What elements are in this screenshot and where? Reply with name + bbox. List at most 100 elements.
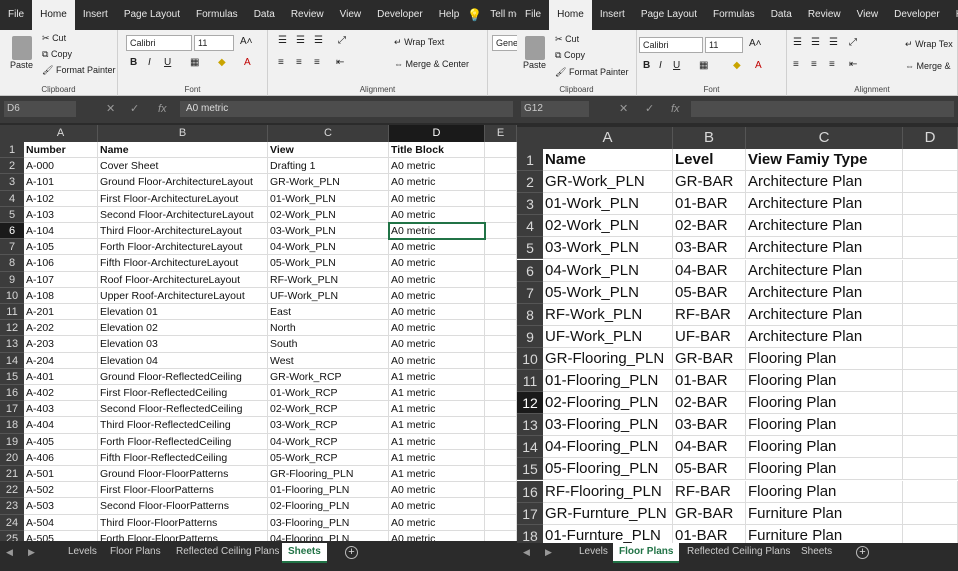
column-header-a[interactable]: A bbox=[543, 127, 673, 149]
sheet-tab-reflected-ceiling-plans[interactable]: Reflected Ceiling Plans bbox=[681, 543, 796, 563]
cell[interactable]: 04-Flooring_PLN bbox=[543, 436, 673, 458]
formula-input[interactable] bbox=[691, 101, 954, 117]
tab-page-layout[interactable]: Page Layout bbox=[116, 0, 188, 30]
cell[interactable]: Upper Roof-ArchitectureLayout bbox=[98, 287, 268, 303]
cell[interactable]: A-404 bbox=[24, 417, 98, 433]
cell[interactable]: GR-BAR bbox=[673, 171, 746, 193]
cell[interactable]: GR-Furnture_PLN bbox=[543, 502, 673, 524]
row-header[interactable]: 11 bbox=[0, 304, 24, 321]
cell[interactable] bbox=[485, 271, 517, 287]
add-sheet-icon[interactable]: + bbox=[856, 546, 869, 559]
orientation-icon[interactable]: ⤢ bbox=[338, 35, 346, 46]
cell[interactable] bbox=[485, 482, 517, 498]
tab-data[interactable]: Data bbox=[246, 0, 283, 30]
cell[interactable] bbox=[485, 433, 517, 449]
cell[interactable] bbox=[485, 336, 517, 352]
cell[interactable]: Roof Floor-ArchitectureLayout bbox=[98, 271, 268, 287]
cell[interactable]: 03-Work_PLN bbox=[543, 237, 673, 259]
cell[interactable]: A1 metric bbox=[389, 449, 485, 465]
row-header[interactable]: 16 bbox=[0, 385, 24, 402]
cell[interactable]: RF-BAR bbox=[673, 480, 746, 502]
align-left-icon[interactable]: ≡ bbox=[793, 59, 799, 70]
copy-button[interactable]: ⧉ Copy bbox=[555, 50, 585, 61]
cell[interactable] bbox=[485, 352, 517, 368]
cell[interactable]: Furniture Plan bbox=[746, 502, 903, 524]
column-title-cell[interactable]: Number bbox=[24, 142, 98, 158]
tab-view[interactable]: View bbox=[332, 0, 370, 30]
cell[interactable]: Architecture Plan bbox=[746, 171, 903, 193]
merge-center-button[interactable]: ⇔ Merge & Center bbox=[394, 59, 469, 69]
cell[interactable]: A1 metric bbox=[389, 417, 485, 433]
row-header[interactable]: 20 bbox=[0, 449, 24, 466]
cell[interactable]: East bbox=[268, 304, 389, 320]
row-header[interactable]: 1 bbox=[0, 142, 24, 159]
tab-data[interactable]: Data bbox=[763, 0, 800, 30]
cell[interactable]: A1 metric bbox=[389, 401, 485, 417]
align-bottom-icon[interactable]: ☰ bbox=[314, 35, 323, 46]
cell[interactable]: A1 metric bbox=[389, 368, 485, 384]
cell[interactable] bbox=[903, 259, 958, 281]
cell[interactable]: A0 metric bbox=[389, 530, 485, 541]
row-header[interactable]: 12 bbox=[0, 320, 24, 337]
cell[interactable]: RF-Work_PLN bbox=[268, 271, 389, 287]
decrease-indent-icon[interactable]: ⇤ bbox=[849, 59, 857, 70]
cell[interactable]: Elevation 01 bbox=[98, 304, 268, 320]
sheet-nav-next-icon[interactable]: ▶ bbox=[545, 543, 552, 563]
cell[interactable]: A1 metric bbox=[389, 385, 485, 401]
cell[interactable]: Flooring Plan bbox=[746, 370, 903, 392]
align-top-icon[interactable]: ☰ bbox=[793, 37, 802, 48]
paste-button[interactable]: Paste bbox=[10, 60, 33, 70]
cell[interactable]: GR-Work_PLN bbox=[543, 171, 673, 193]
cell[interactable]: A1 metric bbox=[389, 433, 485, 449]
cell[interactable]: A-403 bbox=[24, 401, 98, 417]
column-title-cell[interactable] bbox=[485, 142, 517, 158]
align-middle-icon[interactable]: ☰ bbox=[296, 35, 305, 46]
paste-icon[interactable] bbox=[12, 36, 32, 60]
italic-icon[interactable]: I bbox=[659, 60, 662, 71]
cell[interactable] bbox=[485, 239, 517, 255]
cell[interactable]: A-503 bbox=[24, 498, 98, 514]
row-header[interactable]: 13 bbox=[0, 336, 24, 353]
column-header-e[interactable]: E bbox=[485, 125, 517, 142]
wrap-text-button[interactable]: ↵ Wrap Tex bbox=[905, 39, 953, 50]
cell[interactable] bbox=[485, 287, 517, 303]
cell[interactable]: GR-BAR bbox=[673, 347, 746, 369]
sheet-nav-next-icon[interactable]: ▶ bbox=[28, 543, 35, 563]
cell[interactable] bbox=[485, 190, 517, 206]
format-painter-button[interactable]: 🖌 Format Painter bbox=[555, 67, 628, 78]
cell[interactable]: 03-BAR bbox=[673, 237, 746, 259]
underline-icon[interactable]: U bbox=[673, 60, 680, 71]
row-header[interactable]: 14 bbox=[517, 436, 543, 459]
cell[interactable]: UF-BAR bbox=[673, 325, 746, 347]
cell[interactable] bbox=[485, 158, 517, 174]
align-center-icon[interactable]: ≡ bbox=[296, 57, 302, 68]
decrease-indent-icon[interactable]: ⇤ bbox=[336, 57, 344, 68]
column-title-cell[interactable]: View Famiy Type bbox=[746, 149, 903, 171]
cell[interactable]: A0 metric bbox=[389, 320, 485, 336]
sheet-nav-prev-icon[interactable]: ◀ bbox=[523, 543, 530, 563]
cell[interactable]: Elevation 03 bbox=[98, 336, 268, 352]
tab-page-layout[interactable]: Page Layout bbox=[633, 0, 705, 30]
cell[interactable]: A-405 bbox=[24, 433, 98, 449]
row-header[interactable]: 5 bbox=[0, 206, 24, 223]
copy-button[interactable]: ⧉ Copy bbox=[42, 49, 72, 60]
align-middle-icon[interactable]: ☰ bbox=[811, 37, 820, 48]
cancel-icon[interactable]: ✕ bbox=[106, 101, 115, 117]
cell[interactable] bbox=[903, 171, 958, 193]
column-title-cell[interactable]: Name bbox=[543, 149, 673, 171]
tab-home[interactable]: Home bbox=[32, 0, 75, 30]
borders-icon[interactable]: ▦ bbox=[190, 57, 199, 68]
name-box[interactable]: G12 bbox=[521, 101, 589, 117]
row-header[interactable]: 24 bbox=[0, 514, 24, 531]
row-header[interactable]: 3 bbox=[0, 174, 24, 191]
cell[interactable]: Flooring Plan bbox=[746, 392, 903, 414]
cell[interactable] bbox=[903, 193, 958, 215]
cell[interactable]: 01-Work_RCP bbox=[268, 385, 389, 401]
cell[interactable] bbox=[903, 414, 958, 436]
align-bottom-icon[interactable]: ☰ bbox=[829, 37, 838, 48]
cell[interactable]: RF-BAR bbox=[673, 303, 746, 325]
align-center-icon[interactable]: ≡ bbox=[811, 59, 817, 70]
sheet-nav-prev-icon[interactable]: ◀ bbox=[6, 543, 13, 563]
cell[interactable]: Drafting 1 bbox=[268, 158, 389, 174]
cell[interactable]: Architecture Plan bbox=[746, 215, 903, 237]
